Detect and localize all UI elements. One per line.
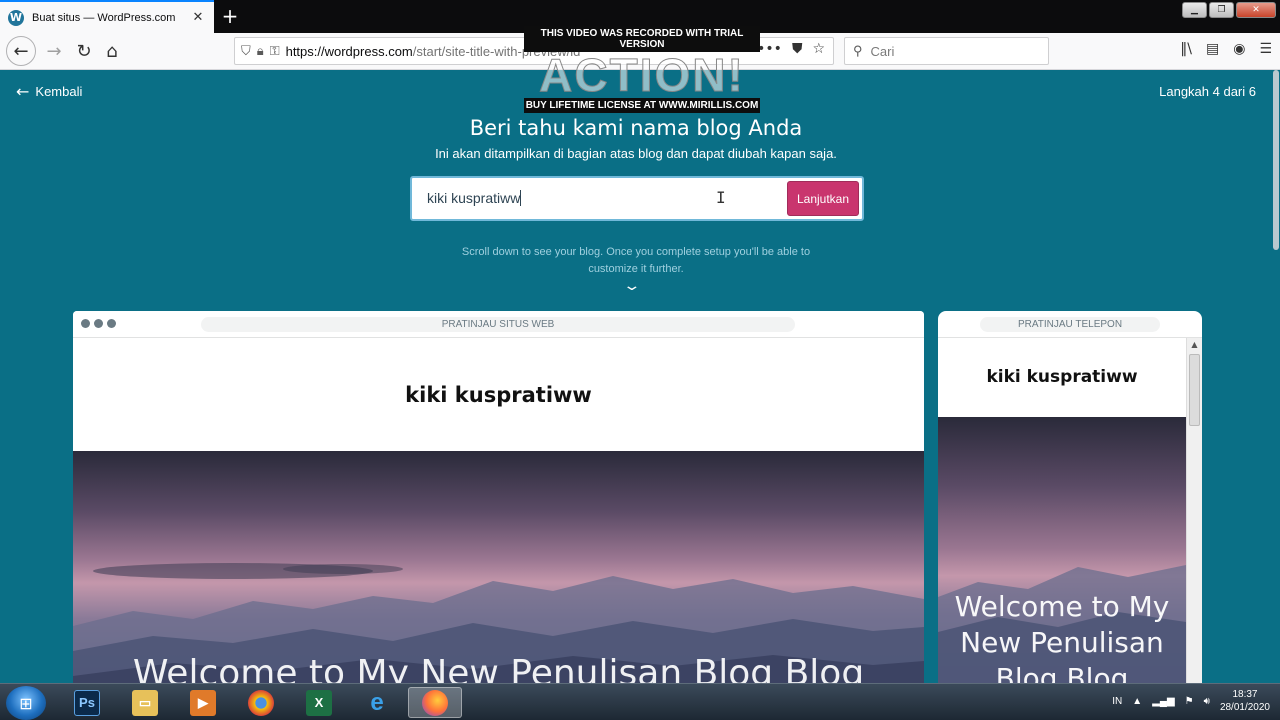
forward-button[interactable]: → bbox=[40, 37, 68, 65]
preview-hero-image: Welcome to My New Penulisan Blog Blog bbox=[73, 451, 924, 683]
recording-watermark: THIS VIDEO WAS RECORDED WITH TRIAL VERSI… bbox=[524, 26, 760, 113]
search-placeholder: Cari bbox=[870, 43, 895, 59]
text-cursor-icon: I bbox=[716, 188, 726, 207]
new-tab-button[interactable]: + bbox=[220, 4, 240, 28]
key-icon[interactable]: ⚿ bbox=[270, 44, 280, 59]
back-link[interactable]: ← Kembali bbox=[16, 82, 82, 101]
taskbar-file-explorer[interactable]: ▭ bbox=[118, 687, 172, 718]
scroll-hint: Scroll down to see your blog. Once you c… bbox=[461, 246, 811, 275]
mountain-landscape-image bbox=[73, 563, 924, 683]
maximize-button[interactable]: ❐ bbox=[1209, 2, 1234, 18]
file-explorer-icon: ▭ bbox=[132, 689, 158, 716]
watermark-bottom-text: BUY LIFETIME LICENSE AT WWW.MIRILLIS.COM bbox=[524, 98, 760, 113]
chrome-icon bbox=[248, 689, 274, 716]
start-button[interactable]: ⊞ bbox=[6, 686, 46, 720]
system-tray: IN ▲ ▂▄▆ ⚑ 🔊︎ 18:37 28/01/2020 bbox=[1112, 688, 1270, 714]
system-clock[interactable]: 18:37 28/01/2020 bbox=[1220, 688, 1270, 714]
page-scroll-thumb[interactable] bbox=[1273, 70, 1279, 250]
tab-title: Buat situs — WordPress.com bbox=[32, 11, 176, 24]
site-title-input[interactable]: kiki kuspratiww I Lanjutkan bbox=[410, 176, 864, 221]
search-input[interactable]: ⚲ Cari bbox=[844, 37, 1049, 65]
phone-scroll-thumb[interactable] bbox=[1189, 354, 1200, 426]
page-subtitle: Ini akan ditampilkan di bagian atas blog… bbox=[435, 146, 837, 161]
phone-hero-image: Welcome to My New Penulisan Blog Blog bbox=[938, 417, 1186, 683]
scroll-up-icon[interactable]: ▲ bbox=[1187, 340, 1202, 349]
close-window-button[interactable]: ✕ bbox=[1236, 2, 1276, 18]
search-icon: ⚲ bbox=[853, 43, 863, 58]
windows-taskbar: ⊞ Ps ▭ ▶ X e IN ▲ ▂▄▆ ⚑ 🔊︎ 18:37 28/01/2… bbox=[0, 683, 1280, 720]
show-hidden-icons-icon[interactable]: ▲ bbox=[1132, 696, 1142, 707]
firefox-icon bbox=[422, 689, 448, 716]
home-button[interactable]: ⌂ bbox=[98, 37, 126, 65]
taskbar-excel[interactable]: X bbox=[292, 687, 346, 718]
phone-site-title: kiki kuspratiww bbox=[986, 367, 1138, 387]
preview-site-title: kiki kuspratiww bbox=[405, 383, 592, 407]
phone-hero-text: Welcome to My New Penulisan Blog Blog bbox=[954, 590, 1170, 683]
network-icon[interactable]: ▂▄▆ bbox=[1152, 696, 1174, 707]
back-button[interactable]: ← bbox=[6, 36, 36, 66]
action-center-icon[interactable]: ⚑ bbox=[1185, 696, 1194, 707]
page-scrollbar[interactable] bbox=[1272, 70, 1280, 683]
preview-site-header: kiki kuspratiww bbox=[73, 338, 924, 451]
lock-icon[interactable]: 🔒︎ bbox=[257, 44, 264, 59]
phone-preview-bar: PRATINJAU TELEPON bbox=[938, 311, 1202, 338]
back-label: Kembali bbox=[35, 84, 83, 99]
site-title-text: kiki kuspratiww bbox=[427, 190, 521, 206]
page-actions-icon[interactable]: ••• bbox=[757, 41, 782, 57]
site-title-value: kiki kuspratiww bbox=[427, 190, 522, 206]
clock-time: 18:37 bbox=[1232, 689, 1258, 700]
account-icon[interactable]: ◉ bbox=[1233, 41, 1245, 57]
signup-page: ← Kembali Langkah 4 dari 6 Beri tahu kam… bbox=[0, 70, 1272, 683]
window-controls: ▁ ❐ ✕ bbox=[1182, 2, 1276, 18]
chevron-down-icon[interactable]: ⌄ bbox=[622, 278, 641, 294]
continue-button[interactable]: Lanjutkan bbox=[787, 181, 859, 216]
step-indicator: Langkah 4 dari 6 bbox=[1159, 84, 1256, 99]
taskbar-chrome[interactable] bbox=[234, 687, 288, 718]
website-preview: PRATINJAU SITUS WEB kiki kuspratiww Welc… bbox=[73, 311, 924, 683]
url-host: https://wordpress.com bbox=[285, 43, 413, 59]
library-icon[interactable]: ‖\ bbox=[1180, 41, 1192, 57]
pocket-icon[interactable]: ⛊ bbox=[792, 41, 803, 57]
excel-icon: X bbox=[306, 689, 332, 716]
volume-icon[interactable]: 🔊︎ bbox=[1204, 696, 1210, 707]
preview-hero-text: Welcome to My New Penulisan Blog Blog bbox=[132, 653, 865, 683]
internet-explorer-icon: e bbox=[370, 688, 384, 716]
page-title: Beri tahu kami nama blog Anda bbox=[469, 116, 803, 140]
media-player-icon: ▶ bbox=[190, 689, 216, 716]
sidebar-icon[interactable]: ▤ bbox=[1206, 41, 1219, 57]
browser-tab-active[interactable]: W Buat situs — WordPress.com ✕ bbox=[0, 0, 214, 33]
arrow-left-icon: ← bbox=[16, 82, 30, 101]
taskbar-photoshop[interactable]: Ps bbox=[60, 687, 114, 718]
taskbar-internet-explorer[interactable]: e bbox=[350, 687, 404, 718]
bookmark-star-icon[interactable]: ☆ bbox=[812, 41, 825, 57]
phone-preview: PRATINJAU TELEPON kiki kuspratiww Welcom… bbox=[938, 311, 1202, 683]
tracking-protection-icon[interactable]: ⛉ bbox=[241, 44, 251, 59]
clock-date: 28/01/2020 bbox=[1219, 702, 1270, 713]
taskbar-firefox[interactable] bbox=[408, 687, 462, 718]
taskbar-media-player[interactable]: ▶ bbox=[176, 687, 230, 718]
photoshop-icon: Ps bbox=[74, 689, 100, 716]
window-dots-icon bbox=[81, 319, 116, 328]
menu-icon[interactable]: ☰ bbox=[1259, 41, 1272, 57]
phone-preview-label: PRATINJAU TELEPON bbox=[980, 317, 1160, 332]
language-indicator[interactable]: IN bbox=[1112, 696, 1122, 707]
website-preview-label: PRATINJAU SITUS WEB bbox=[201, 317, 795, 332]
preview-browser-bar: PRATINJAU SITUS WEB bbox=[73, 311, 924, 338]
minimize-button[interactable]: ▁ bbox=[1182, 2, 1207, 18]
wordpress-icon: W bbox=[8, 9, 24, 26]
phone-scrollbar[interactable]: ▲ bbox=[1186, 338, 1202, 683]
close-tab-icon[interactable]: ✕ bbox=[190, 10, 206, 25]
text-caret bbox=[520, 190, 522, 206]
reload-button[interactable]: ↻ bbox=[70, 37, 98, 65]
watermark-logo: ACTION! bbox=[539, 49, 745, 101]
